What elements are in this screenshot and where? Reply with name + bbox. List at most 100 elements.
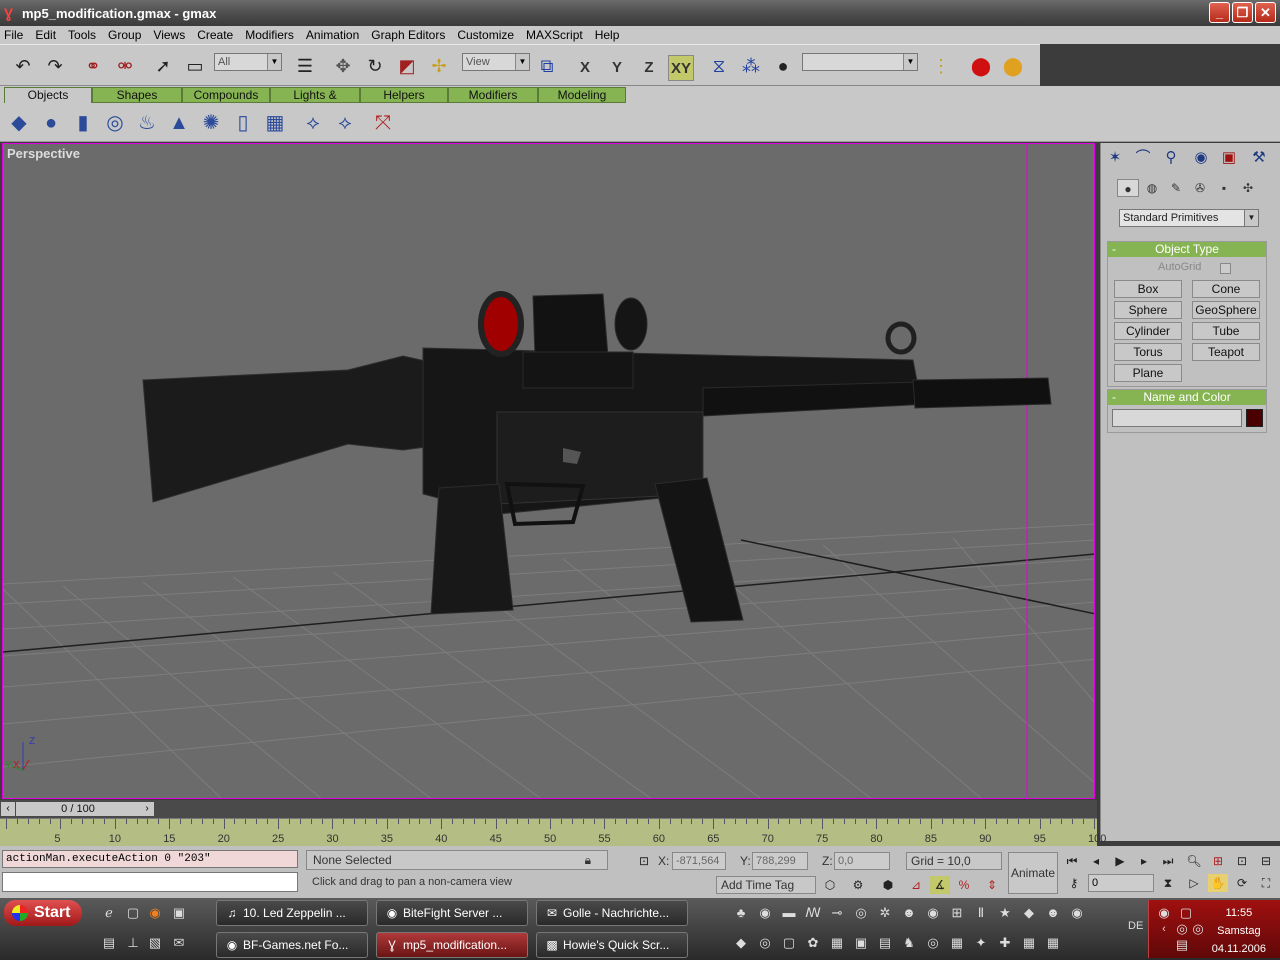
utility-quicklaunch-icon[interactable]: ▧ bbox=[146, 934, 164, 952]
play-icon[interactable]: ▶ bbox=[1110, 852, 1130, 870]
restore-icon[interactable]: ❐ bbox=[1232, 2, 1253, 23]
spinner-snap-icon[interactable]: ⇕ bbox=[982, 876, 1002, 894]
add-time-tag-button[interactable]: Add Time Tag bbox=[716, 876, 816, 894]
menu-modifiers[interactable]: Modifiers bbox=[245, 28, 294, 42]
y-coord-field[interactable]: 788,299 bbox=[752, 852, 808, 870]
tray-app-icon[interactable]: ✿ bbox=[804, 934, 822, 952]
tray-app-icon[interactable]: ◉ bbox=[1068, 904, 1086, 922]
zoom-extents-all-icon[interactable]: ⊟ bbox=[1256, 852, 1276, 870]
taskbar-button-bitefight[interactable]: ◉ BiteFight Server ... bbox=[376, 900, 528, 926]
unlink-icon[interactable]: ⚮ bbox=[112, 53, 138, 79]
hierarchy-panel-icon[interactable]: ⚲ bbox=[1159, 147, 1183, 169]
shapes-icon[interactable]: ◍ bbox=[1141, 179, 1163, 197]
object-name-field[interactable] bbox=[1112, 409, 1242, 427]
axis-z-button[interactable]: Z bbox=[636, 55, 662, 81]
sphere-icon[interactable]: ● bbox=[38, 110, 64, 136]
arc-rotate-icon[interactable]: ⟳ bbox=[1232, 874, 1252, 892]
absolute-mode-icon[interactable]: ⊡ bbox=[634, 852, 654, 870]
tray-app-icon[interactable]: ▦ bbox=[1020, 934, 1038, 952]
pan-hand-icon[interactable]: ✋ bbox=[1208, 874, 1228, 892]
pivot-center-icon[interactable]: ⧉ bbox=[534, 53, 560, 79]
create-panel-icon[interactable]: ✶ bbox=[1103, 147, 1127, 169]
percent-snap-icon[interactable]: % bbox=[954, 876, 974, 894]
select-by-name-icon[interactable]: ☰ bbox=[292, 53, 318, 79]
tray-app-icon[interactable]: ✚ bbox=[996, 934, 1014, 952]
menu-edit[interactable]: Edit bbox=[35, 28, 56, 42]
select-object-icon[interactable]: ➚ bbox=[150, 53, 176, 79]
ie-quicklaunch-icon[interactable]: ℯ bbox=[100, 904, 118, 922]
firefox-quicklaunch-icon[interactable]: ◉ bbox=[146, 904, 164, 922]
tray-app-icon[interactable]: ꟿ bbox=[804, 904, 822, 922]
time-slider-thumb[interactable]: 0 / 100 bbox=[16, 802, 140, 816]
quick-render-icon[interactable]: ⬤ bbox=[1000, 53, 1026, 79]
tray-app-icon[interactable]: ▦ bbox=[948, 934, 966, 952]
gmax-app-icon[interactable]: Ɣ bbox=[4, 5, 18, 21]
recycle-quicklaunch-icon[interactable]: ⊥ bbox=[124, 934, 142, 952]
tab-compounds[interactable]: Compounds bbox=[182, 87, 270, 103]
angle-snap-icon[interactable]: ∡ bbox=[930, 876, 950, 894]
quad-patch-icon[interactable]: ⟡ bbox=[300, 110, 326, 136]
taskbar-button-golle[interactable]: ✉ Golle - Nachrichte... bbox=[536, 900, 688, 926]
tray-app-icon[interactable]: ▦ bbox=[1044, 934, 1062, 952]
tray-app-icon[interactable]: ◎ bbox=[756, 934, 774, 952]
start-button[interactable]: Start bbox=[4, 900, 82, 926]
geosphere-icon[interactable]: ✺ bbox=[198, 110, 224, 136]
minimize-icon[interactable]: _ bbox=[1209, 2, 1230, 23]
axis-x-button[interactable]: X bbox=[572, 55, 598, 81]
field-of-view-icon[interactable]: ▷ bbox=[1184, 874, 1204, 892]
space-warps-icon[interactable]: ✣ bbox=[1237, 179, 1259, 197]
material-icon[interactable]: ● bbox=[770, 53, 796, 79]
object-type-header[interactable]: - Object Type bbox=[1108, 242, 1266, 257]
tab-objects[interactable]: Objects bbox=[4, 87, 92, 103]
menu-help[interactable]: Help bbox=[595, 28, 620, 42]
taskbar-button-gmax[interactable]: Ɣmp5_modification... bbox=[376, 932, 528, 958]
key-mode-icon[interactable]: ⚷ bbox=[1064, 874, 1084, 892]
category-dropdown[interactable]: Standard Primitives ▼ bbox=[1119, 209, 1259, 227]
geometry-icon[interactable]: ● bbox=[1117, 179, 1139, 197]
name-color-header[interactable]: - Name and Color bbox=[1108, 390, 1266, 405]
previous-frame-icon[interactable]: ◂ bbox=[1086, 852, 1106, 870]
align-icon[interactable]: ⁂ bbox=[738, 53, 764, 79]
menu-create[interactable]: Create bbox=[197, 28, 233, 42]
link-icon[interactable]: ⚭ bbox=[80, 53, 106, 79]
tray-app-icon[interactable]: ◉ bbox=[756, 904, 774, 922]
go-to-end-icon[interactable]: ⏭ bbox=[1158, 852, 1178, 870]
motion-panel-icon[interactable]: ◉ bbox=[1189, 147, 1213, 169]
helpers-icon[interactable]: ▪ bbox=[1213, 179, 1235, 197]
cylinder-icon[interactable]: ▮ bbox=[70, 110, 96, 136]
mail-quicklaunch-icon[interactable]: ✉ bbox=[170, 934, 188, 952]
zoom-all-icon[interactable]: ⊞ bbox=[1208, 852, 1228, 870]
cone-icon[interactable]: ▲ bbox=[166, 110, 192, 136]
tray-app-icon[interactable]: ✲ bbox=[876, 904, 894, 922]
tray-app-icon[interactable]: Ⅱ bbox=[972, 904, 990, 922]
zoom-extents-icon[interactable]: ⊡ bbox=[1232, 852, 1252, 870]
clock[interactable]: 11:55 Samstag 04.11.2006 bbox=[1212, 904, 1266, 958]
tray-app-icon[interactable]: ☻ bbox=[900, 904, 918, 922]
tray-app-icon[interactable]: ✦ bbox=[972, 934, 990, 952]
close-icon[interactable]: ✕ bbox=[1255, 2, 1276, 23]
display-panel-icon[interactable]: ▣ bbox=[1217, 147, 1241, 169]
explorer-quicklaunch-icon[interactable]: ▢ bbox=[124, 904, 142, 922]
axis-xy-button[interactable]: XY bbox=[668, 55, 694, 81]
tray-app-icon[interactable]: ▣ bbox=[852, 934, 870, 952]
reference-coord-dropdown[interactable]: View ▼ bbox=[462, 53, 530, 71]
x-coord-field[interactable]: -871,564 bbox=[672, 852, 726, 870]
box-button[interactable]: Box bbox=[1114, 280, 1182, 298]
track-view-icon[interactable]: ⋮ bbox=[928, 53, 954, 79]
tray-app-icon[interactable]: ◉ bbox=[924, 904, 942, 922]
menu-group[interactable]: Group bbox=[108, 28, 141, 42]
move-icon[interactable]: ✥ bbox=[330, 53, 356, 79]
zoom-icon[interactable]: 🔍︎ bbox=[1184, 852, 1204, 870]
menu-customize[interactable]: Customize bbox=[457, 28, 514, 42]
menu-views[interactable]: Views bbox=[153, 28, 185, 42]
perspective-viewport[interactable]: Perspective Z Y X bbox=[2, 143, 1095, 799]
maxscript-input[interactable] bbox=[2, 872, 298, 892]
torus-icon[interactable]: ◎ bbox=[102, 110, 128, 136]
tab-modeling[interactable]: Modeling bbox=[538, 87, 626, 103]
taskbar-button-bfgames[interactable]: ◉ BF-Games.net Fo... bbox=[216, 932, 368, 958]
tray-app-icon[interactable]: ◆ bbox=[732, 934, 750, 952]
tray-app-icon[interactable]: ◎ bbox=[852, 904, 870, 922]
cylinder-button[interactable]: Cylinder bbox=[1114, 322, 1182, 340]
modify-panel-icon[interactable]: ⌒ bbox=[1131, 147, 1155, 169]
box-icon[interactable]: ◆ bbox=[6, 110, 32, 136]
